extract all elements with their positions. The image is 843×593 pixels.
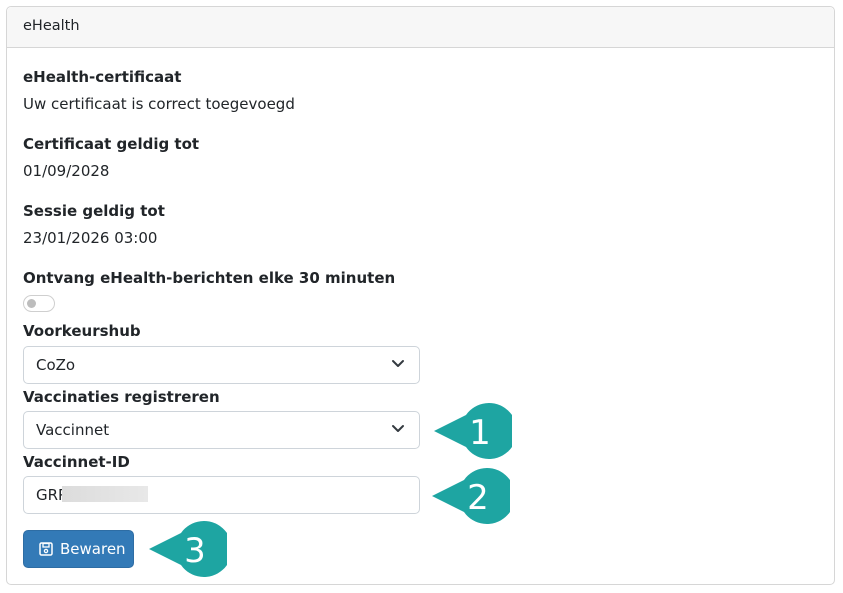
hub-label: Voorkeurshub [23,322,141,340]
hub-select-value: CoZo [36,356,76,374]
toggle-knob [27,299,36,308]
callout-marker-3: 3 [147,520,227,578]
vaccinations-select[interactable]: Vaccinnet [23,411,420,449]
chevron-down-icon [392,360,404,367]
callout-number-3: 3 [184,531,206,571]
callout-marker-2: 2 [430,467,510,525]
callout-marker-1: 1 [432,402,512,460]
card-title: eHealth [23,18,80,34]
callout-number-1: 1 [469,413,491,453]
card-header: eHealth [7,7,834,48]
session-value: 23/01/2026 03:00 [23,229,158,247]
vaccinations-label: Vaccinaties registreren [23,388,220,406]
receive-messages-toggle[interactable] [23,295,55,312]
save-button-label: Bewaren [60,540,126,558]
vaccinnet-id-label: Vaccinnet-ID [23,453,130,471]
receive-messages-label: Ontvang eHealth-berichten elke 30 minute… [23,269,396,287]
redacted-block [62,486,148,502]
callout-number-2: 2 [467,478,489,518]
save-button[interactable]: Bewaren [23,530,134,568]
chevron-down-icon [392,425,404,432]
vaccinations-select-value: Vaccinnet [36,421,110,439]
valid-until-value: 01/09/2028 [23,162,110,180]
certificate-value: Uw certificaat is correct toegevoegd [23,95,295,113]
save-icon [39,542,53,556]
session-label: Sessie geldig tot [23,202,165,220]
valid-until-label: Certificaat geldig tot [23,135,200,153]
certificate-label: eHealth-certificaat [23,68,182,86]
hub-select[interactable]: CoZo [23,346,420,384]
